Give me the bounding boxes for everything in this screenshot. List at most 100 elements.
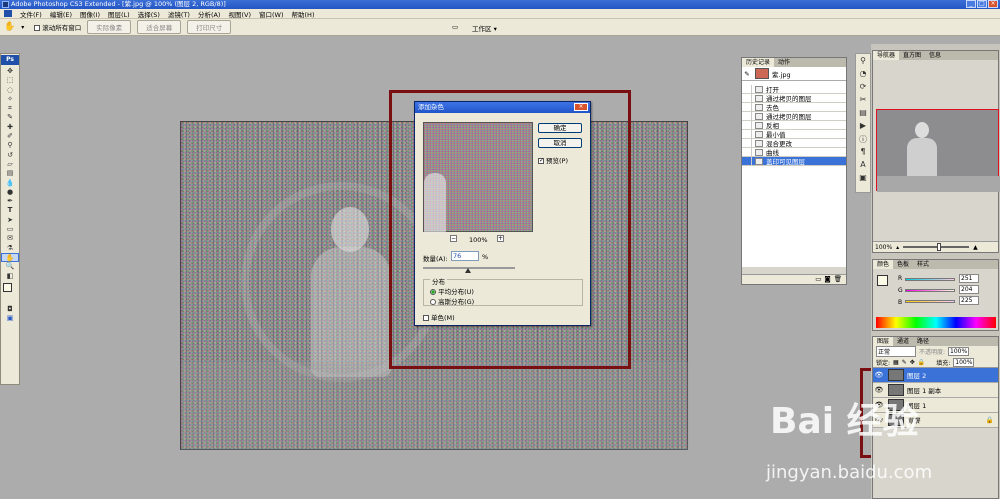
navigator-thumbnail[interactable] xyxy=(876,109,1000,192)
history-palette-icon[interactable]: ▤ xyxy=(856,108,870,119)
red-value[interactable]: 251 xyxy=(959,274,979,283)
actions-palette-icon[interactable]: ▶ xyxy=(856,121,870,132)
healing-brush-tool-icon[interactable]: ✚ xyxy=(1,123,19,132)
blue-slider[interactable] xyxy=(905,300,955,303)
menu-window[interactable]: 窗口(W) xyxy=(259,9,284,19)
menu-view[interactable]: 视图(V) xyxy=(228,9,251,19)
ok-button[interactable]: 确定 xyxy=(538,123,582,133)
crop-tool-icon[interactable]: ⌗ xyxy=(1,104,19,113)
history-item-selected[interactable]: 盖印可见图层 xyxy=(742,156,846,166)
close-window-button[interactable]: × xyxy=(988,0,998,8)
menu-layer[interactable]: 图层(L) xyxy=(108,9,130,19)
tab-history[interactable]: 历史记录 xyxy=(742,58,775,67)
menu-image[interactable]: 图像(I) xyxy=(80,9,100,19)
eraser-tool-icon[interactable]: ▱ xyxy=(1,160,19,169)
blend-mode-select[interactable]: 正常 xyxy=(876,346,916,357)
dodge-tool-icon[interactable]: ● xyxy=(1,188,19,197)
color-foreground-swatch[interactable] xyxy=(877,275,888,286)
filter-preview[interactable] xyxy=(423,122,533,233)
pen-tool-icon[interactable]: ✒ xyxy=(1,197,19,206)
layer-visibility-eye-icon[interactable]: 👁 xyxy=(873,371,885,379)
screen-mode-icon[interactable]: ▣ xyxy=(1,314,19,323)
preview-checkbox[interactable]: ✓ xyxy=(538,158,544,164)
tab-info[interactable]: 信息 xyxy=(925,51,945,60)
green-slider[interactable] xyxy=(905,289,955,292)
tab-color[interactable]: 颜色 xyxy=(873,260,894,269)
red-slider[interactable] xyxy=(905,278,955,281)
magic-wand-tool-icon[interactable]: ✧ xyxy=(1,95,19,104)
amount-input[interactable]: 76 xyxy=(451,251,479,261)
info-palette-icon[interactable]: ⓘ xyxy=(856,134,870,145)
minimize-button[interactable]: _ xyxy=(966,0,976,8)
history-item[interactable]: 通过拷贝的图层 xyxy=(742,111,846,121)
tab-navigator[interactable]: 导航器 xyxy=(873,51,900,60)
character-palette-icon[interactable]: A xyxy=(856,160,870,171)
type-tool-icon[interactable]: T xyxy=(1,206,19,215)
monochromatic-option[interactable]: 单色(M) xyxy=(423,312,455,322)
zoom-out-small-icon[interactable]: ▴ xyxy=(896,244,899,251)
tab-histogram[interactable]: 直方图 xyxy=(899,51,925,60)
hand-tool-icon[interactable]: ✋ xyxy=(4,22,15,32)
uniform-option[interactable]: 平均分布(U) xyxy=(430,286,474,296)
navigator-zoom-slider[interactable] xyxy=(903,243,970,251)
color-swatches[interactable] xyxy=(1,281,19,305)
lock-transparency-icon[interactable]: ▦ xyxy=(893,359,899,366)
workspace-menu[interactable]: 工作区 ▾ xyxy=(472,23,497,33)
lock-image-icon[interactable]: ✎ xyxy=(902,359,907,366)
brushes-palette-icon[interactable]: ⚲ xyxy=(856,56,870,67)
zoom-in-small-icon[interactable]: ▲ xyxy=(973,244,978,251)
tab-styles[interactable]: 样式 xyxy=(913,260,933,269)
menu-file[interactable]: 文件(F) xyxy=(20,9,42,19)
quick-mask-icon[interactable]: ◘ xyxy=(1,305,19,314)
actual-pixels-button[interactable]: 实际像素 xyxy=(87,20,132,34)
notes-tool-icon[interactable]: ✉ xyxy=(1,234,19,243)
fill-value[interactable]: 100% xyxy=(953,357,975,367)
preview-option[interactable]: ✓ 预览(P) xyxy=(538,155,568,165)
history-snapshot[interactable]: ✎ 紫.jpg xyxy=(742,67,846,81)
history-item[interactable]: 通过拷贝的图层 xyxy=(742,93,846,103)
marquee-tool-icon[interactable]: ⬚ xyxy=(1,76,19,85)
path-selection-tool-icon[interactable]: ➤ xyxy=(1,216,19,225)
shape-tool-icon[interactable]: ▭ xyxy=(1,225,19,234)
foreground-color[interactable] xyxy=(3,282,12,292)
move-tool-icon[interactable]: ✥ xyxy=(1,67,19,76)
blur-tool-icon[interactable]: 💧 xyxy=(1,179,19,188)
clone-stamp-tool-icon[interactable]: ⚲ xyxy=(1,141,19,150)
lock-position-icon[interactable]: ✥ xyxy=(910,359,915,366)
tab-channels[interactable]: 通道 xyxy=(893,337,913,346)
channels-palette-icon[interactable]: ▣ xyxy=(856,173,870,184)
history-item[interactable]: 反相 xyxy=(742,120,846,130)
scroll-all-windows-option[interactable]: 滚动所有窗口 xyxy=(34,22,81,32)
hand-tool-icon-box[interactable]: ✋ xyxy=(1,252,19,263)
tab-paths[interactable]: 路径 xyxy=(913,337,933,346)
tool-preset-dropdown[interactable]: ▾ xyxy=(21,24,24,31)
cancel-button[interactable]: 取消 xyxy=(538,138,582,148)
uniform-radio[interactable] xyxy=(430,289,436,295)
tab-actions[interactable]: 动作 xyxy=(774,58,794,67)
gaussian-option[interactable]: 高斯分布(G) xyxy=(430,296,474,306)
color-spectrum-ramp[interactable] xyxy=(876,317,996,328)
zoom-in-button[interactable]: + xyxy=(497,235,504,242)
new-document-from-state-icon[interactable]: ▭ xyxy=(815,275,821,284)
paragraph-palette-icon[interactable]: ¶ xyxy=(856,147,870,158)
tab-layers[interactable]: 图层 xyxy=(873,337,894,346)
amount-slider-thumb[interactable] xyxy=(465,268,471,273)
green-value[interactable]: 204 xyxy=(959,285,979,294)
blue-value[interactable]: 225 xyxy=(959,296,979,305)
menu-filter[interactable]: 滤镜(T) xyxy=(168,9,190,19)
slice-tool-icon[interactable]: ✎ xyxy=(1,113,19,122)
delete-state-icon[interactable]: 🗑 xyxy=(834,275,842,284)
history-brush-tool-icon[interactable]: ↺ xyxy=(1,151,19,160)
dialog-close-button[interactable]: × xyxy=(574,103,588,111)
opacity-value[interactable]: 100% xyxy=(948,347,970,356)
ps-menu-icon[interactable] xyxy=(4,10,12,17)
lock-all-icon[interactable]: 🔒 xyxy=(918,359,925,366)
fit-screen-button[interactable]: 适合屏幕 xyxy=(137,20,182,34)
menu-edit[interactable]: 编辑(E) xyxy=(50,9,72,19)
zoom-out-button[interactable]: − xyxy=(450,235,457,242)
new-snapshot-icon[interactable]: ◙ xyxy=(824,275,830,284)
gradient-tool-icon[interactable]: ▤ xyxy=(1,169,19,178)
palette-well-icon[interactable]: ▭ xyxy=(452,23,458,31)
menu-help[interactable]: 帮助(H) xyxy=(292,9,315,19)
default-colors-icon[interactable]: ◧ xyxy=(1,272,19,281)
